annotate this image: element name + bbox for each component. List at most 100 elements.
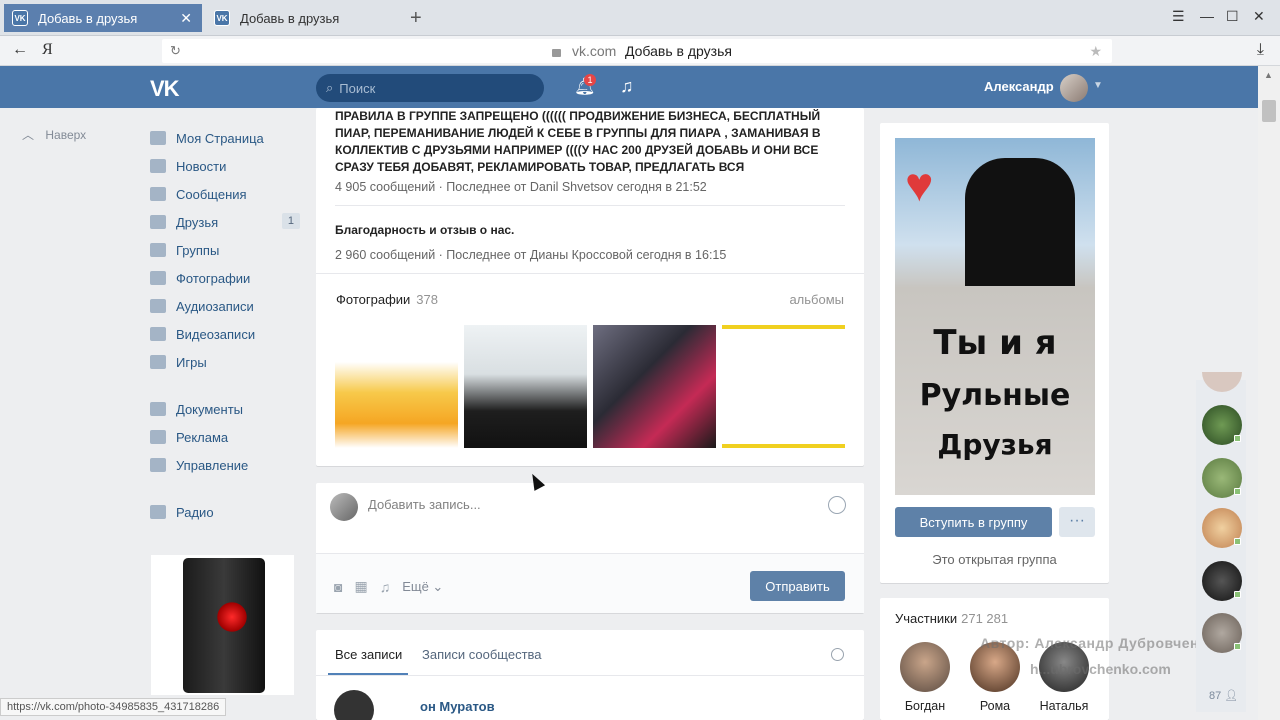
watermark-site: h...ubrovchenko.com xyxy=(1030,661,1171,677)
back-arrow-icon[interactable]: ← xyxy=(12,41,28,59)
user-avatar[interactable] xyxy=(1060,74,1088,102)
menu-separator xyxy=(150,376,300,395)
discussion-topic[interactable]: ПРАВИЛА В ГРУППЕ ЗАПРЕЩЕНО (((((( ПРОДВИ… xyxy=(335,108,845,194)
sidebar-item-messages[interactable]: Сообщения xyxy=(150,180,300,208)
topic-title[interactable]: Благодарность и отзыв о нас. xyxy=(335,222,845,239)
camera-icon[interactable]: ◙ xyxy=(334,579,342,595)
sidebar-item-documents[interactable]: Документы xyxy=(150,395,300,423)
film-icon xyxy=(150,327,166,341)
join-group-button[interactable]: Вступить в группу xyxy=(895,507,1052,537)
bookmark-star-icon[interactable]: ★ xyxy=(1089,43,1102,60)
sidebar-item-friends[interactable]: Друзья 1 xyxy=(150,208,300,236)
sidebar-item-label: Игры xyxy=(176,354,207,370)
topic-title[interactable]: ПРАВИЛА В ГРУППЕ ЗАПРЕЩЕНО (((((( ПРОДВИ… xyxy=(335,108,845,176)
download-icon[interactable]: ⤓ xyxy=(1257,41,1264,59)
post-author-name[interactable]: он Муратов xyxy=(420,699,495,714)
home-icon xyxy=(150,131,166,145)
menu-icon[interactable]: ☰ xyxy=(1172,8,1185,25)
megaphone-icon xyxy=(150,430,166,444)
discussion-topic[interactable]: Благодарность и отзыв о нас. 2 960 сообщ… xyxy=(335,222,845,262)
online-indicator xyxy=(1234,643,1241,650)
member-item[interactable]: Рома xyxy=(970,642,1020,713)
scroll-up-arrow-icon[interactable]: ▲ xyxy=(1264,70,1273,80)
photo-thumbnail[interactable] xyxy=(335,325,458,448)
member-name: Богдан xyxy=(904,699,946,713)
url-page-title: Добавь в друзья xyxy=(625,43,732,59)
member-item[interactable]: Наталья xyxy=(1039,642,1089,713)
search-box[interactable]: ⌕ xyxy=(316,74,544,102)
music-note-icon[interactable]: ♫ xyxy=(380,579,391,595)
group-type-label: Это открытая группа xyxy=(932,552,1057,567)
friend-avatar[interactable] xyxy=(1202,372,1242,392)
maximize-icon[interactable]: ☐ xyxy=(1226,8,1239,25)
sidebar-item-manage[interactable]: Управление xyxy=(150,451,300,479)
chevron-down-icon[interactable]: ▼ xyxy=(1093,80,1103,91)
minimize-icon[interactable]: — xyxy=(1200,8,1214,24)
divider xyxy=(316,273,864,274)
search-input[interactable] xyxy=(339,80,530,96)
music-note-icon[interactable]: ♫ xyxy=(620,76,634,97)
url-field[interactable]: ↻ vk.com Добавь в друзья ★ xyxy=(162,39,1112,63)
browser-tab-active[interactable]: VK Добавь в друзья ✕ xyxy=(4,4,202,32)
photos-header[interactable]: Фотографии 378 xyxy=(336,292,438,307)
group-more-button[interactable]: ··· xyxy=(1059,507,1095,537)
advertisement-banner[interactable] xyxy=(151,555,294,695)
sidebar-item-audio[interactable]: Аудиозаписи xyxy=(150,292,300,320)
photo-thumbnail[interactable] xyxy=(464,325,587,448)
photo-thumbnail[interactable] xyxy=(722,325,845,448)
albums-link[interactable]: альбомы xyxy=(789,292,844,307)
members-card: Участники 271 281 Богдан Рома Наталья xyxy=(880,598,1109,720)
user-name[interactable]: Александр xyxy=(984,79,1054,94)
post-input[interactable]: Добавить запись... xyxy=(368,497,481,512)
member-name: Рома xyxy=(979,699,1011,713)
topic-meta: 4 905 сообщений · Последнее от Danil Shv… xyxy=(335,180,707,194)
scrollbar-thumb[interactable] xyxy=(1262,100,1276,122)
members-title: Участники xyxy=(895,611,958,626)
smiley-icon[interactable] xyxy=(828,496,846,514)
sidebar-item-news[interactable]: Новости xyxy=(150,152,300,180)
photo-thumbnail[interactable] xyxy=(593,325,716,448)
send-button[interactable]: Отправить xyxy=(750,571,845,601)
vk-header: VK ⌕ 🔔︎ 1 ♫ Александр ▼ xyxy=(0,66,1258,108)
cover-text-line: Рульные xyxy=(919,378,1071,413)
post-footer: ◙ ▦ ♫ Ещё ⌄ Отправить xyxy=(316,553,864,613)
friends-online-count[interactable]: 87 👤︎ xyxy=(1209,689,1238,702)
members-header[interactable]: Участники 271 281 xyxy=(895,611,1008,626)
new-tab-icon[interactable]: + xyxy=(410,7,422,30)
sidebar-item-video[interactable]: Видеозаписи xyxy=(150,320,300,348)
group-cover-card: ♥ Ты и я Рульные Друзья Вступить в групп… xyxy=(880,123,1109,583)
sidebar-item-label: Фотографии xyxy=(176,270,251,286)
watermark-author: Автор: Александр Дубровченко xyxy=(980,635,1216,651)
more-attachments-button[interactable]: Ещё ⌄ xyxy=(402,579,443,595)
member-item[interactable]: Богдан xyxy=(900,642,950,713)
tab-community-posts[interactable]: Записи сообщества xyxy=(422,647,542,662)
grid-icon xyxy=(150,505,166,519)
yandex-logo-icon[interactable]: Я xyxy=(42,41,53,59)
groups-icon xyxy=(150,243,166,257)
sidebar-item-my-page[interactable]: Моя Страница xyxy=(150,124,300,152)
browser-tab-bar: VK Добавь в друзья ✕ VK Добавь в друзья … xyxy=(0,0,1280,36)
new-post-box: Добавить запись... ◙ ▦ ♫ Ещё ⌄ Отправить xyxy=(316,483,864,613)
friends-icon xyxy=(150,215,166,229)
close-window-icon[interactable]: ✕ xyxy=(1253,8,1265,25)
sidebar-item-photos[interactable]: Фотографии xyxy=(150,264,300,292)
close-tab-icon[interactable]: ✕ xyxy=(180,10,192,27)
page-scrollbar[interactable]: ▲ xyxy=(1258,66,1280,720)
reload-icon[interactable]: ↻ xyxy=(170,43,181,59)
sidebar-item-label: Видеозаписи xyxy=(176,326,256,342)
sidebar-item-radio[interactable]: Радио xyxy=(150,498,300,526)
scroll-up-button[interactable]: ︿ Наверх xyxy=(22,126,86,143)
tab-all-posts[interactable]: Все записи xyxy=(335,647,402,662)
sidebar-item-groups[interactable]: Группы xyxy=(150,236,300,264)
vk-logo[interactable]: VK xyxy=(150,76,180,102)
group-cover-image[interactable]: ♥ Ты и я Рульные Друзья xyxy=(895,138,1095,495)
cover-text-line: Ты и я xyxy=(933,323,1057,363)
status-bar-url: https://vk.com/photo-34985835_431718286 xyxy=(0,698,227,716)
browser-tab[interactable]: VK Добавь в друзья xyxy=(206,4,402,32)
search-icon[interactable] xyxy=(831,648,844,661)
post-author-avatar[interactable] xyxy=(334,690,374,720)
film-icon[interactable]: ▦ xyxy=(354,578,367,595)
gamepad-icon xyxy=(150,355,166,369)
sidebar-item-ads[interactable]: Реклама xyxy=(150,423,300,451)
sidebar-item-games[interactable]: Игры xyxy=(150,348,300,376)
